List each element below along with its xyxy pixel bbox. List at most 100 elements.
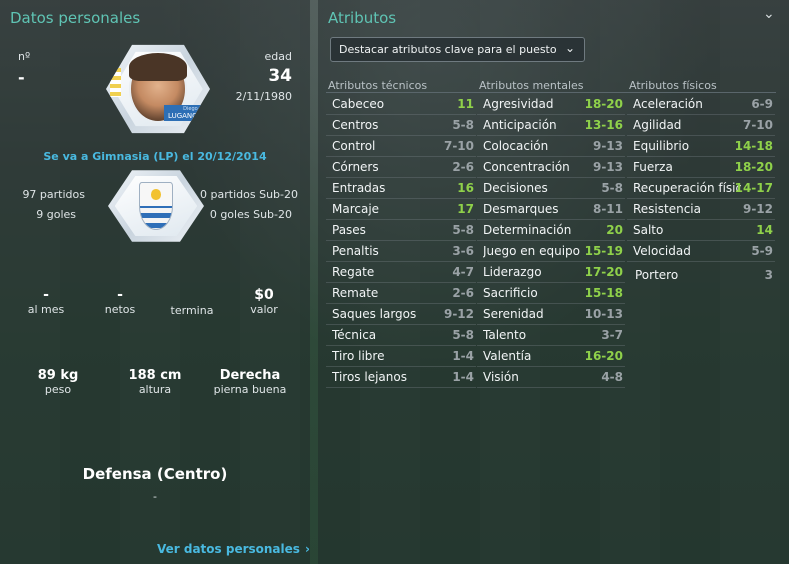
column-header-technical: Atributos técnicos <box>328 79 428 92</box>
attribute-name: Tiro libre <box>332 349 385 363</box>
attribute-value: 9-12 <box>742 202 773 216</box>
attribute-name: Velocidad <box>633 244 691 258</box>
contract-net: - netos <box>104 287 136 316</box>
attribute-row: Regate 4-7 <box>326 262 476 283</box>
attribute-name: Anticipación <box>483 118 557 132</box>
attribute-value: 10-13 <box>584 307 623 321</box>
attribute-value: 4-7 <box>452 265 474 279</box>
panel-title-attributes: Atributos <box>328 9 397 27</box>
attribute-row: Pases 5-8 <box>326 220 476 241</box>
player-name-plate: Diego LUGANO <box>164 104 202 121</box>
attribute-value: 6-9 <box>751 97 773 111</box>
attribute-row: Determinación 20 <box>477 220 625 241</box>
attribute-name: Visión <box>483 370 519 384</box>
attribute-name: Remate <box>332 286 379 300</box>
chevron-right-icon: › <box>305 542 310 556</box>
attribute-name: Fuerza <box>633 160 673 174</box>
attribute-name: Penaltis <box>332 244 379 258</box>
contract-expires: termina <box>170 304 214 317</box>
attribute-value: 20 <box>606 223 623 237</box>
attribute-row: Sacrificio 15-18 <box>477 283 625 304</box>
weight: 89 kg peso <box>37 368 79 396</box>
attribute-value: 3-7 <box>601 328 623 342</box>
attribute-name: Sacrificio <box>483 286 538 300</box>
goalkeeper-row: Portero 3 <box>635 268 773 282</box>
attribute-value: 9-13 <box>592 139 623 153</box>
attribute-row: Salto 14 <box>627 220 775 241</box>
attribute-row: Juego en equipo 15-19 <box>477 241 625 262</box>
attribute-row: Control 7-10 <box>326 136 476 157</box>
attribute-row: Fuerza 18-20 <box>627 157 775 178</box>
chevron-down-icon[interactable]: ⌄ <box>763 6 775 22</box>
attribute-value: 14-18 <box>734 139 773 153</box>
attribute-value: 9-13 <box>592 160 623 174</box>
attribute-value: 4-8 <box>601 370 623 384</box>
attribute-value: 1-4 <box>452 349 474 363</box>
player-value: $0 valor <box>250 287 278 316</box>
attribute-row: Técnica 5-8 <box>326 325 476 346</box>
attribute-name: Entradas <box>332 181 386 195</box>
attribute-value: 18-20 <box>584 97 623 111</box>
attribute-name: Pases <box>332 223 366 237</box>
caps: 97 partidos <box>22 188 85 201</box>
attribute-value: 5-8 <box>601 181 623 195</box>
attribute-row: Decisiones 5-8 <box>477 178 625 199</box>
attribute-row: Aceleración 6-9 <box>627 94 775 115</box>
technical-attributes: Cabeceo 11 Centros 5-8 Control 7-10 Córners 2-6… <box>326 94 476 388</box>
attribute-value: 16-20 <box>584 349 623 363</box>
attribute-name: Concentración <box>483 160 570 174</box>
attribute-name: Agresividad <box>483 97 554 111</box>
attribute-value: 15-19 <box>584 244 623 258</box>
attribute-name: Regate <box>332 265 375 279</box>
attribute-name: Decisiones <box>483 181 548 195</box>
attribute-value: 2-6 <box>452 286 474 300</box>
attribute-name: Valentía <box>483 349 532 363</box>
attribute-row: Concentración 9-13 <box>477 157 625 178</box>
attribute-name: Control <box>332 139 376 153</box>
attribute-row: Tiro libre 1-4 <box>326 346 476 367</box>
age-value: 34 <box>268 66 292 86</box>
attribute-row: Penaltis 3-6 <box>326 241 476 262</box>
attribute-row: Entradas 16 <box>326 178 476 199</box>
attribute-name: Desmarques <box>483 202 559 216</box>
attribute-name: Saques largos <box>332 307 417 321</box>
attribute-row: Recuperación física 14-17 <box>627 178 775 199</box>
attribute-row: Agresividad 18-20 <box>477 94 625 115</box>
attribute-row: Saques largos 9-12 <box>326 304 476 325</box>
position: Defensa (Centro) <box>82 465 228 483</box>
attribute-name: Juego en equipo <box>483 244 581 258</box>
transfer-note-link[interactable]: Se va a Gimnasia (LP) el 20/12/2014 <box>43 150 266 163</box>
attribute-row: Remate 2-6 <box>326 283 476 304</box>
attribute-name: Determinación <box>483 223 572 237</box>
height: 188 cm altura <box>128 368 182 396</box>
preferred-foot: Derecha pierna buena <box>213 368 287 396</box>
attribute-name: Marcaje <box>332 202 380 216</box>
attribute-row: Tiros lejanos 1-4 <box>326 367 476 388</box>
attribute-value: 2-6 <box>452 160 474 174</box>
attribute-name: Talento <box>483 328 527 342</box>
attribute-value: 11 <box>457 97 474 111</box>
attribute-name: Córners <box>332 160 379 174</box>
panel-title-personal: Datos personales <box>10 9 141 27</box>
attribute-value: 8-11 <box>592 202 623 216</box>
attribute-name: Liderazgo <box>483 265 542 279</box>
attribute-value: 1-4 <box>452 370 474 384</box>
view-personal-details-link[interactable]: Ver datos personales › <box>157 538 310 557</box>
number-value: - <box>18 68 25 87</box>
column-header-mental: Atributos mentales <box>479 79 584 92</box>
attribute-value: 7-10 <box>742 118 773 132</box>
attribute-name: Resistencia <box>633 202 701 216</box>
attribute-value: 15-18 <box>584 286 623 300</box>
attribute-row: Visión 4-8 <box>477 367 625 388</box>
attribute-name: Tiros lejanos <box>332 370 407 384</box>
attribute-row: Valentía 16-20 <box>477 346 625 367</box>
attribute-value: 14 <box>756 223 773 237</box>
attribute-row: Liderazgo 17-20 <box>477 262 625 283</box>
attribute-value: 5-9 <box>751 244 773 258</box>
attribute-value: 5-8 <box>452 223 474 237</box>
attribute-row: Córners 2-6 <box>326 157 476 178</box>
attribute-row: Serenidad 10-13 <box>477 304 625 325</box>
attribute-value: 13-16 <box>584 118 623 132</box>
goals: 9 goles <box>36 208 76 221</box>
highlight-attributes-dropdown[interactable]: Destacar atributos clave para el puesto … <box>330 37 585 62</box>
